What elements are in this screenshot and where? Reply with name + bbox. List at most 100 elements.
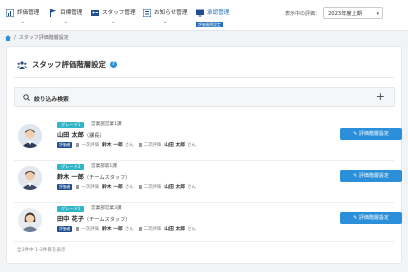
- grade-badge: グレード1: [57, 122, 85, 128]
- flag-icon: [50, 9, 56, 17]
- period-value: 2023年度上期: [328, 11, 362, 17]
- avatar: [18, 166, 42, 190]
- button-label: 評価階層設定: [358, 215, 389, 221]
- page-title: スタッフ評価階層設定 ?: [17, 59, 117, 70]
- staff-name-text: 山田 太郎: [57, 132, 84, 139]
- honorific: さん: [187, 142, 196, 148]
- evaluation-hierarchy-button[interactable]: ✎ 評価階層設定: [340, 170, 402, 182]
- evaluator-info: 評価者 一次評価 鈴木 一郎 さん 二次評価 山田 太郎 さん: [57, 183, 196, 190]
- first-evaluator-name: 鈴木 一郎: [101, 143, 123, 148]
- pagination-summary: 全3件中 1-3件目を表示: [17, 248, 66, 253]
- document-icon: [76, 184, 80, 189]
- period-select[interactable]: 2023年度上期 ▾: [323, 7, 383, 19]
- divider: [14, 160, 394, 161]
- avatar: [18, 124, 42, 148]
- nav-label: 目標管理: [60, 10, 83, 16]
- first-eval-label: 一次評価: [81, 142, 99, 148]
- evaluator-info: 評価者 一次評価 鈴木 一郎 さん 二次評価 山田 太郎 さん: [57, 225, 196, 232]
- document-icon: [76, 226, 80, 231]
- second-eval-label: 二次評価: [143, 226, 162, 232]
- breadcrumb-current: スタッフ評価階層設定: [18, 35, 69, 41]
- staff-role: （チームスタッフ）: [83, 175, 131, 181]
- search-filter-label: 絞り込み検索: [34, 97, 69, 103]
- honorific: さん: [187, 226, 196, 232]
- evaluation-hierarchy-button[interactable]: ✎ 評価階層設定: [340, 212, 402, 224]
- department-label: 営業部営業1課: [91, 122, 122, 127]
- id-card-icon: [91, 10, 99, 16]
- search-icon: [23, 94, 30, 101]
- second-evaluator-name: 山田 太郎: [164, 185, 186, 190]
- users-icon: [17, 60, 27, 69]
- chart-icon: [6, 9, 14, 17]
- first-eval-label: 一次評価: [81, 226, 99, 232]
- chevron-down-icon: ⌄: [163, 19, 168, 25]
- first-evaluator-name: 鈴木 一郎: [101, 185, 123, 190]
- staff-name: 山田 太郎（課長）: [57, 130, 105, 139]
- honorific: さん: [187, 184, 196, 190]
- nav-item-evaluation[interactable]: 評価管理 ⌄: [6, 8, 40, 25]
- nav-item-approval[interactable]: 承認管理 評価階層設定: [196, 8, 230, 27]
- staff-role: （チームスタッフ）: [83, 217, 131, 223]
- staff-name-text: 鈴木 一郎: [57, 174, 84, 181]
- second-eval-label: 二次評価: [143, 142, 162, 148]
- nav-label: 評価管理: [17, 10, 40, 16]
- first-eval-label: 一次評価: [81, 184, 99, 190]
- active-subpage-badge: 評価階層設定: [196, 22, 223, 27]
- nav-item-notices[interactable]: お知らせ管理 ⌄: [143, 8, 188, 25]
- breadcrumb: / スタッフ評価階層設定: [5, 34, 69, 41]
- second-eval-label: 二次評価: [143, 184, 162, 190]
- staff-row: グレード2 営業部第1課 鈴木 一郎（チームスタッフ） 評価者 一次評価 鈴木 …: [14, 162, 402, 202]
- evaluator-info: 評価者 一次評価 鈴木 一郎 さん 二次評価 山田 太郎 さん: [57, 141, 196, 148]
- chevron-down-icon: ▾: [376, 11, 379, 17]
- honorific: さん: [124, 226, 134, 232]
- nav-item-staff[interactable]: スタッフ管理 ⌄: [91, 8, 136, 25]
- button-label: 評価階層設定: [358, 131, 389, 137]
- breadcrumb-separator: /: [14, 34, 16, 41]
- evaluator-tag: 評価者: [57, 141, 73, 148]
- staff-name-text: 田中 花子: [57, 216, 84, 223]
- staff-name: 田中 花子（チームスタッフ）: [57, 214, 130, 223]
- divider: [14, 77, 394, 78]
- staff-row: グレード1 営業部営業3課 田中 花子（チームスタッフ） 評価者 一次評価 鈴木…: [14, 204, 402, 244]
- nav-item-goals[interactable]: 目標管理 ⌄: [49, 8, 83, 25]
- grade-badge: グレード1: [57, 206, 85, 212]
- chevron-down-icon: ⌄: [63, 19, 68, 25]
- monitor-icon: [196, 9, 204, 17]
- nav-label: 承認管理: [207, 10, 230, 16]
- button-label: 評価階層設定: [358, 173, 389, 179]
- document-icon: [138, 226, 142, 231]
- chevron-down-icon: ⌄: [111, 19, 116, 25]
- help-icon[interactable]: ?: [109, 61, 117, 68]
- department-label: 営業部第1課: [91, 164, 117, 169]
- grade-badge: グレード2: [57, 164, 85, 170]
- top-navigation: 評価管理 ⌄ 目標管理 ⌄ スタッフ管理 ⌄ お知らせ管理 ⌄ 承認管理 評価階…: [0, 0, 408, 31]
- divider: [14, 241, 394, 242]
- chevron-down-icon: ⌄: [20, 19, 25, 25]
- document-icon: [76, 142, 80, 147]
- divider: [14, 202, 394, 203]
- evaluation-hierarchy-button[interactable]: ✎ 評価階層設定: [340, 128, 402, 140]
- first-evaluator-name: 鈴木 一郎: [101, 227, 123, 232]
- period-label: 表示中の評価：: [285, 11, 321, 17]
- honorific: さん: [124, 184, 134, 190]
- department-label: 営業部営業3課: [91, 206, 122, 211]
- document-icon: [138, 142, 142, 147]
- nav-label: スタッフ管理: [102, 10, 136, 16]
- second-evaluator-name: 山田 太郎: [164, 143, 186, 148]
- search-filter-panel[interactable]: 絞り込み検索 +: [14, 87, 395, 107]
- second-evaluator-name: 山田 太郎: [164, 227, 186, 232]
- home-icon[interactable]: [5, 34, 11, 41]
- evaluator-tag: 評価者: [57, 225, 73, 232]
- expand-plus-icon[interactable]: +: [376, 90, 385, 104]
- staff-name: 鈴木 一郎（チームスタッフ）: [57, 172, 130, 181]
- main-card: スタッフ評価階層設定 ? 絞り込み検索 + グレード1 営業部営業1課 山田 太…: [6, 46, 402, 264]
- page-title-text: スタッフ評価階層設定: [32, 60, 106, 69]
- document-icon: [138, 184, 142, 189]
- honorific: さん: [124, 142, 134, 148]
- nav-label: お知らせ管理: [154, 10, 188, 16]
- staff-row: グレード1 営業部営業1課 山田 太郎（課長） 評価者 一次評価 鈴木 一郎 さ…: [14, 120, 402, 160]
- staff-role: （課長）: [83, 133, 105, 139]
- evaluator-tag: 評価者: [57, 183, 73, 190]
- avatar: [18, 208, 42, 232]
- bulletin-icon: [143, 9, 151, 17]
